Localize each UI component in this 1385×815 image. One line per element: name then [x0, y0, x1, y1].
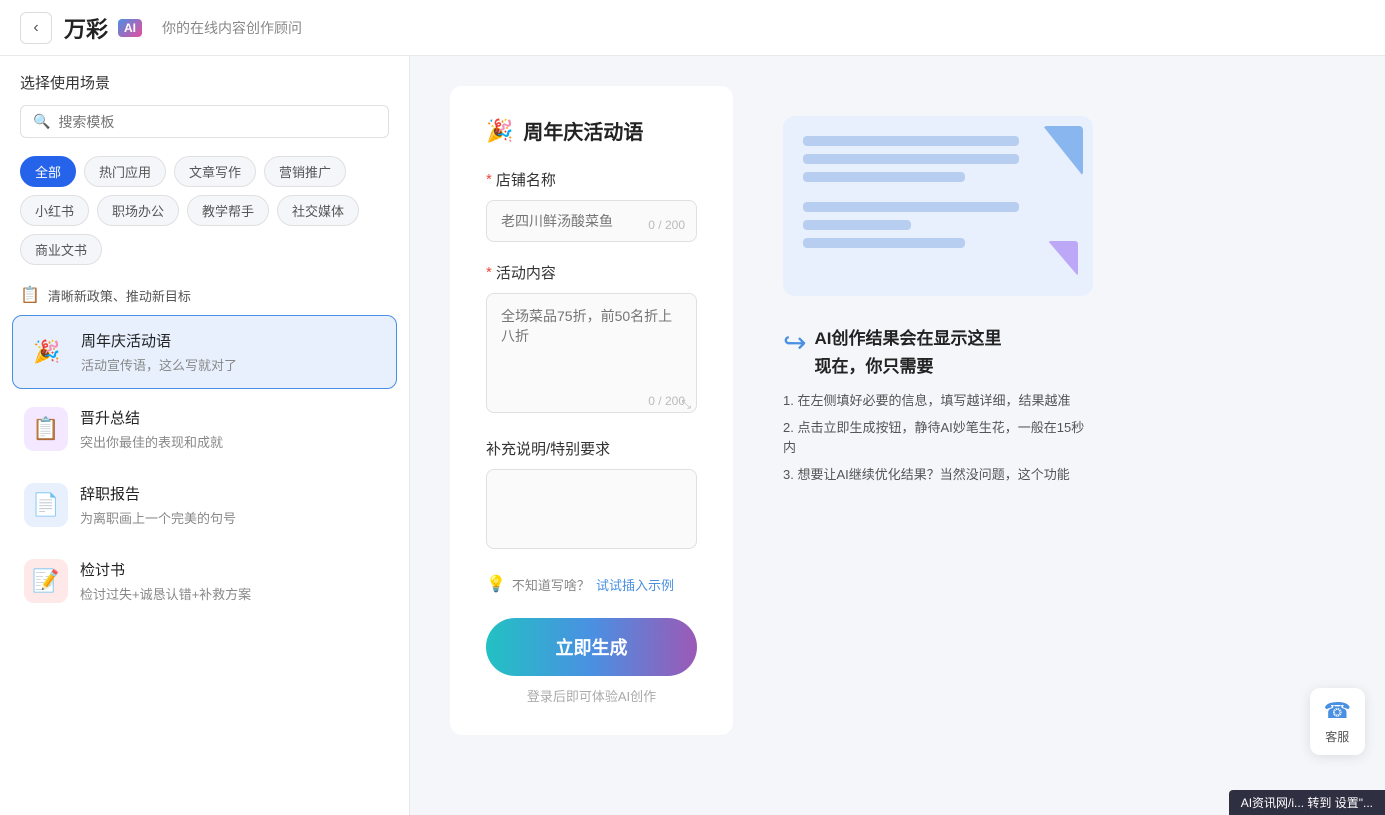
tag-xiaohongshu[interactable]: 小红书 — [20, 195, 89, 226]
tag-office[interactable]: 职场办公 — [97, 195, 179, 226]
ai-tip-list: 1. 在左侧填好必要的信息，填写越详细，结果越准 2. 点击立即生成按钮，静待A… — [783, 391, 1093, 485]
form-title-icon: 🎉 — [486, 118, 513, 144]
template-list: 🎉 周年庆活动语 活动宣传语，这么写就对了 📋 晋升总结 突出你最佳的表现和成就… — [0, 315, 409, 621]
template-desc-review: 检讨过失+诚恳认错+补救方案 — [80, 584, 385, 603]
section-icon: 📋 — [20, 285, 40, 305]
decoration-area: ↩ AI创作结果会在显示这里 现在，你只需要 1. 在左侧填好必要的信息，填写越… — [763, 86, 1113, 533]
template-desc-resignation: 为离职画上一个完美的句号 — [80, 508, 385, 527]
preview-line-1 — [803, 136, 1019, 146]
preview-lines — [803, 136, 1073, 248]
ai-tip-step-3: 3. 想要让AI继续优化结果？当然没问题，这个功能 — [783, 465, 1093, 485]
preview-line-4 — [803, 202, 1019, 212]
ai-tip-step-2: 2. 点击立即生成按钮，静待AI妙笔生花，一般在15秒内 — [783, 418, 1093, 457]
template-info-review: 检讨书 检讨过失+诚恳认错+补救方案 — [80, 559, 385, 603]
form-title: 周年庆活动语 — [523, 116, 643, 145]
template-info-promotion: 晋升总结 突出你最佳的表现和成就 — [80, 407, 385, 451]
activity-content-field: * 活动内容 0 / 200 ⤡ — [486, 262, 697, 418]
preview-line-3 — [803, 172, 965, 182]
store-name-input-wrap: 0 / 200 — [486, 200, 697, 242]
template-info-resignation: 辞职报告 为离职画上一个完美的句号 — [80, 483, 385, 527]
preview-line-5 — [803, 220, 911, 230]
bottom-bar-text: AI资讯网/i... 转到 设置"... — [1241, 796, 1373, 810]
content-area: 🎉 周年庆活动语 * 店铺名称 0 / 200 — [410, 56, 1385, 815]
logo-ai-badge: AI — [118, 19, 142, 37]
tag-filters: 全部 热门应用 文章写作 营销推广 小红书 职场办公 教学帮手 社交媒体 商业文… — [0, 146, 409, 275]
form-title-row: 🎉 周年庆活动语 — [486, 116, 697, 145]
resize-handle: ⤡ — [681, 397, 691, 412]
template-item-promotion[interactable]: 📋 晋升总结 突出你最佳的表现和成就 — [12, 393, 397, 465]
section-hint: 📋 清晰新政策、推动新目标 — [0, 275, 409, 315]
template-item-resignation[interactable]: 📄 辞职报告 为离职画上一个完美的句号 — [12, 469, 397, 541]
hint-row: 💡 不知道写啥？ 试试插入示例 — [486, 574, 697, 594]
template-icon-anniversary: 🎉 — [25, 330, 69, 374]
ai-tip-title: AI创作结果会在显示这里 现在，你只需要 — [814, 326, 1001, 377]
header-subtitle: 你的在线内容创作顾问 — [162, 18, 302, 38]
activity-content-char-count: 0 / 200 — [648, 394, 685, 408]
tag-article[interactable]: 文章写作 — [174, 156, 256, 187]
tag-education[interactable]: 教学帮手 — [187, 195, 269, 226]
template-icon-review: 📝 — [24, 559, 68, 603]
customer-service-icon: ☎ — [1324, 698, 1351, 724]
generate-hint: 登录后即可体验AI创作 — [486, 686, 697, 705]
tag-business[interactable]: 商业文书 — [20, 234, 102, 265]
hint-text: 不知道写啥？ — [512, 575, 590, 594]
ai-tip-step-1: 1. 在左侧填好必要的信息，填写越详细，结果越准 — [783, 391, 1093, 411]
activity-content-input-wrap: 0 / 200 ⤡ — [486, 293, 697, 418]
customer-service-button[interactable]: ☎ 客服 — [1310, 688, 1365, 755]
template-item-anniversary[interactable]: 🎉 周年庆活动语 活动宣传语，这么写就对了 — [12, 315, 397, 389]
ai-tip-area: ↩ AI创作结果会在显示这里 现在，你只需要 1. 在左侧填好必要的信息，填写越… — [783, 316, 1093, 503]
required-mark-1: * — [486, 171, 492, 188]
back-icon: ‹ — [33, 19, 38, 37]
arrow-icon: ↩ — [783, 326, 806, 359]
sidebar-title: 选择使用场景 — [20, 72, 389, 93]
search-input[interactable] — [58, 114, 376, 130]
tag-marketing[interactable]: 营销推广 — [264, 156, 346, 187]
template-item-review[interactable]: 📝 检讨书 检讨过失+诚恳认错+补救方案 — [12, 545, 397, 617]
tag-hot[interactable]: 热门应用 — [84, 156, 166, 187]
search-icon: 🔍 — [33, 113, 50, 130]
required-mark-2: * — [486, 264, 492, 281]
template-desc-promotion: 突出你最佳的表现和成就 — [80, 432, 385, 451]
template-icon-promotion: 📋 — [24, 407, 68, 451]
preview-line-2 — [803, 154, 1019, 164]
template-desc-anniversary: 活动宣传语，这么写就对了 — [81, 355, 384, 374]
template-name-promotion: 晋升总结 — [80, 407, 385, 428]
supplement-label: 补充说明/特别要求 — [486, 438, 697, 459]
store-name-char-count: 0 / 200 — [648, 218, 685, 232]
logo-area: 万彩 AI — [64, 12, 142, 44]
preview-illustration — [783, 116, 1093, 296]
supplement-field: 补充说明/特别要求 — [486, 438, 697, 554]
section-hint-text: 清晰新政策、推动新目标 — [48, 286, 191, 305]
tag-social[interactable]: 社交媒体 — [277, 195, 359, 226]
template-info-anniversary: 周年庆活动语 活动宣传语，这么写就对了 — [81, 330, 384, 374]
store-name-field: * 店铺名称 0 / 200 — [486, 169, 697, 242]
bottom-bar: AI资讯网/i... 转到 设置"... — [1229, 790, 1385, 815]
template-icon-resignation: 📄 — [24, 483, 68, 527]
store-name-label: * 店铺名称 — [486, 169, 697, 190]
hint-icon: 💡 — [486, 574, 506, 594]
template-name-review: 检讨书 — [80, 559, 385, 580]
hint-link[interactable]: 试试插入示例 — [596, 575, 674, 594]
sidebar: 选择使用场景 🔍 全部 热门应用 文章写作 营销推广 小红书 职场办公 教学帮手… — [0, 56, 410, 815]
preview-line-6 — [803, 238, 965, 248]
template-name-resignation: 辞职报告 — [80, 483, 385, 504]
search-box: 🔍 — [20, 105, 389, 138]
generate-button[interactable]: 立即生成 — [486, 618, 697, 676]
logo-text: 万彩 — [64, 12, 108, 44]
customer-service-label: 客服 — [1325, 728, 1349, 745]
supplement-input[interactable] — [486, 469, 697, 549]
form-card: 🎉 周年庆活动语 * 店铺名称 0 / 200 — [450, 86, 733, 735]
preview-corner-2 — [1048, 241, 1078, 276]
activity-content-label: * 活动内容 — [486, 262, 697, 283]
tag-all[interactable]: 全部 — [20, 156, 76, 187]
back-button[interactable]: ‹ — [20, 12, 52, 44]
template-name-anniversary: 周年庆活动语 — [81, 330, 384, 351]
